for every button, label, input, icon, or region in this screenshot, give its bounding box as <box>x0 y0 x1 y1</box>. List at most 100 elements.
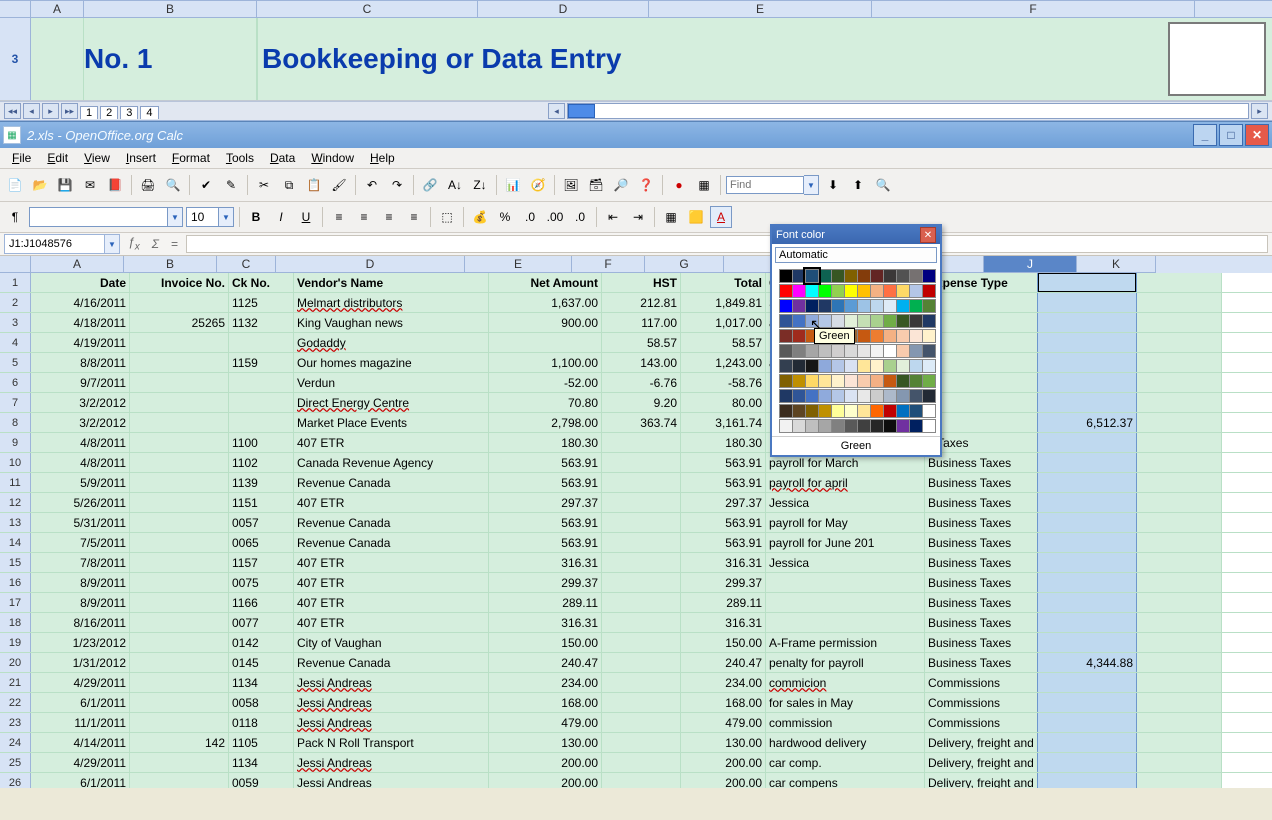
menu-view[interactable]: View <box>76 149 118 167</box>
cell[interactable] <box>1037 613 1137 632</box>
row-header[interactable]: 1 <box>0 273 31 292</box>
color-swatch[interactable] <box>922 419 936 433</box>
cell[interactable] <box>130 353 229 372</box>
sheet-tab[interactable]: 1 <box>80 106 98 119</box>
color-swatch[interactable] <box>883 389 897 403</box>
cell[interactable] <box>602 773 681 788</box>
cell[interactable] <box>130 633 229 652</box>
cell[interactable]: 58.57 <box>681 333 766 352</box>
cell[interactable]: 299.37 <box>681 573 766 592</box>
row-header-3[interactable]: 3 <box>0 18 31 100</box>
cell[interactable]: Business Taxes <box>925 653 1038 672</box>
email-icon[interactable]: ✉ <box>79 174 101 196</box>
color-swatch[interactable] <box>844 359 858 373</box>
row-header[interactable]: 9 <box>0 433 31 452</box>
color-swatch[interactable] <box>818 284 832 298</box>
column-header-A[interactable]: A <box>31 256 124 273</box>
cell[interactable]: -6.76 <box>602 373 681 392</box>
cell[interactable] <box>130 473 229 492</box>
name-box[interactable]: J1:J1048576▼ <box>4 234 120 254</box>
window-minimize-button[interactable]: _ <box>1193 124 1217 146</box>
cell[interactable]: 1134 <box>229 753 294 772</box>
color-swatch[interactable] <box>909 389 923 403</box>
cell[interactable]: 6/1/2011 <box>31 773 130 788</box>
color-swatch[interactable] <box>896 299 910 313</box>
color-swatch[interactable] <box>909 344 923 358</box>
cell[interactable]: 3/2/2012 <box>31 393 130 412</box>
color-swatch[interactable] <box>857 284 871 298</box>
cell[interactable] <box>602 533 681 552</box>
cell[interactable]: 11/1/2011 <box>31 713 130 732</box>
cell[interactable] <box>602 513 681 532</box>
cell[interactable]: 1102 <box>229 453 294 472</box>
color-swatch[interactable] <box>779 344 793 358</box>
cell[interactable]: 168.00 <box>681 693 766 712</box>
header-cell[interactable]: HST <box>602 273 681 292</box>
color-swatch[interactable] <box>909 374 923 388</box>
cell[interactable] <box>130 653 229 672</box>
color-swatch[interactable] <box>792 374 806 388</box>
cell[interactable] <box>1037 333 1137 352</box>
color-swatch[interactable] <box>818 404 832 418</box>
row-header[interactable]: 25 <box>0 753 31 772</box>
cell[interactable] <box>602 573 681 592</box>
cell[interactable] <box>1137 453 1222 472</box>
cell[interactable]: 7/8/2011 <box>31 553 130 572</box>
cell[interactable]: Revenue Canada <box>294 513 489 532</box>
cell[interactable]: King Vaughan news <box>294 313 489 332</box>
color-swatch[interactable] <box>870 344 884 358</box>
color-swatch[interactable] <box>805 359 819 373</box>
cell[interactable]: Business Taxes <box>925 533 1038 552</box>
find-input[interactable] <box>726 176 804 194</box>
equals-icon[interactable]: = <box>167 237 182 251</box>
cell[interactable]: Jessi Andreas <box>294 693 489 712</box>
color-swatch[interactable] <box>779 299 793 313</box>
cell[interactable] <box>1137 713 1222 732</box>
cell[interactable]: 4/19/2011 <box>31 333 130 352</box>
cell[interactable]: 1,637.00 <box>489 293 602 312</box>
cell[interactable]: 8/9/2011 <box>31 593 130 612</box>
color-swatch[interactable] <box>805 374 819 388</box>
cell[interactable]: 1134 <box>229 673 294 692</box>
navigator-icon[interactable]: 🧭 <box>527 174 549 196</box>
header-cell[interactable]: Ck No. <box>229 273 294 292</box>
row-header[interactable]: 12 <box>0 493 31 512</box>
cell[interactable] <box>1037 693 1137 712</box>
cell[interactable] <box>130 773 229 788</box>
color-swatch[interactable] <box>792 419 806 433</box>
font-name-combo[interactable]: ▼ <box>29 207 183 227</box>
color-swatch[interactable] <box>779 329 793 343</box>
help-icon[interactable]: ❓ <box>635 174 657 196</box>
cell[interactable]: Business Taxes <box>925 573 1038 592</box>
cell[interactable]: Jessi Andreas <box>294 673 489 692</box>
record-icon[interactable]: ● <box>668 174 690 196</box>
color-swatch[interactable] <box>792 329 806 343</box>
cell[interactable] <box>1137 513 1222 532</box>
cell[interactable] <box>130 573 229 592</box>
color-swatch[interactable] <box>922 329 936 343</box>
header-cell[interactable]: Vendor's Name <box>294 273 489 292</box>
color-swatch[interactable] <box>844 344 858 358</box>
cell[interactable] <box>1137 553 1222 572</box>
cell[interactable] <box>602 673 681 692</box>
row-header[interactable]: 20 <box>0 653 31 672</box>
cell[interactable]: 1,100.00 <box>489 353 602 372</box>
menu-tools[interactable]: Tools <box>218 149 262 167</box>
paste-icon[interactable]: 📋 <box>303 174 325 196</box>
window-close-button[interactable]: ✕ <box>1245 124 1269 146</box>
cell[interactable]: Business Taxes <box>925 553 1038 572</box>
color-swatch[interactable] <box>870 299 884 313</box>
row-header[interactable]: 3 <box>0 313 31 332</box>
cell[interactable]: 289.11 <box>681 593 766 612</box>
row-header[interactable]: 8 <box>0 413 31 432</box>
align-left-icon[interactable]: ≡ <box>328 206 350 228</box>
color-swatch[interactable] <box>779 359 793 373</box>
increase-indent-icon[interactable]: ⇥ <box>627 206 649 228</box>
cell[interactable]: Business Taxes <box>925 493 1038 512</box>
cell[interactable]: 0057 <box>229 513 294 532</box>
color-swatch[interactable] <box>870 284 884 298</box>
color-swatch[interactable] <box>922 269 936 283</box>
cell[interactable] <box>1137 333 1222 352</box>
function-wizard-icon[interactable]: ƒx <box>124 235 144 252</box>
color-swatch[interactable] <box>844 374 858 388</box>
